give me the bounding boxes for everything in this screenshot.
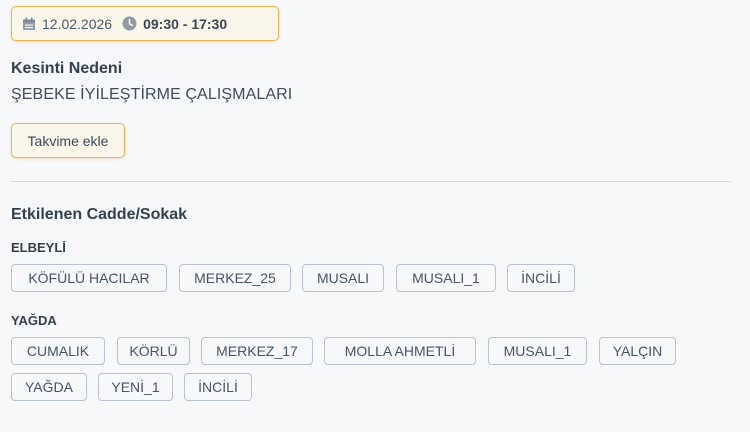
street-chip[interactable]: MOLLA AHMETLİ bbox=[324, 337, 476, 365]
affected-streets-title: Etkilenen Cadde/Sokak bbox=[11, 206, 188, 223]
street-chip[interactable]: MUSALI_1 bbox=[488, 337, 587, 365]
street-chip[interactable]: YAĞDA bbox=[11, 373, 87, 401]
street-chip[interactable]: YENİ_1 bbox=[98, 373, 173, 401]
clock-icon bbox=[122, 16, 137, 31]
district-title-yagda: YAĞDA bbox=[11, 313, 57, 328]
outage-time-range: 09:30 - 17:30 bbox=[143, 15, 228, 32]
street-chip[interactable]: İNCİLİ bbox=[507, 264, 575, 292]
street-chip[interactable]: YALÇIN bbox=[599, 337, 676, 365]
outage-date: 12.02.2026 bbox=[42, 15, 113, 32]
calendar-icon bbox=[22, 17, 36, 31]
add-to-calendar-button[interactable]: Takvime ekle bbox=[11, 123, 125, 158]
outage-reason-value: ŞEBEKE İYİLEŞTİRME ÇALIŞMALARI bbox=[11, 86, 293, 103]
district-title-elbeyli: ELBEYLİ bbox=[11, 240, 66, 255]
street-chip[interactable]: KÖRLÜ bbox=[117, 337, 190, 365]
section-divider bbox=[11, 181, 731, 182]
street-chip[interactable]: MUSALI bbox=[302, 264, 384, 292]
street-chip[interactable]: CUMALIK bbox=[11, 337, 105, 365]
street-chip[interactable]: KÖFÜLÜ HACILAR bbox=[11, 264, 167, 292]
outage-schedule-chip: 12.02.2026 09:30 - 17:30 bbox=[11, 6, 279, 41]
street-chip[interactable]: MERKEZ_25 bbox=[179, 264, 291, 292]
street-chip[interactable]: MUSALI_1 bbox=[396, 264, 496, 292]
outage-reason-label: Kesinti Nedeni bbox=[11, 60, 123, 77]
street-chip[interactable]: MERKEZ_17 bbox=[201, 337, 313, 365]
street-chip[interactable]: İNCİLİ bbox=[184, 373, 252, 401]
